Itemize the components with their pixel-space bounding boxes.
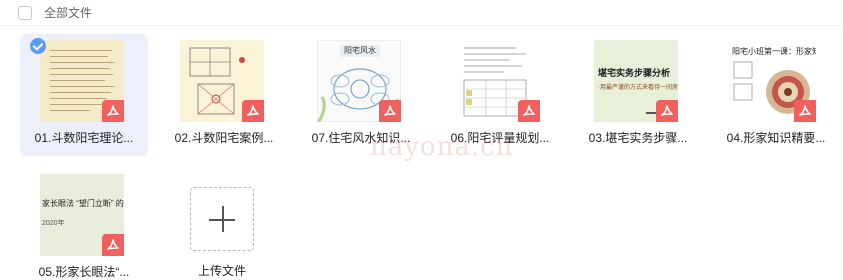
file-thumbnail: 阳宅小班第一课：形家知识 <box>732 40 816 122</box>
pdf-icon <box>379 100 401 122</box>
upload-label: 上传文件 <box>197 264 246 278</box>
pdf-icon <box>794 100 816 122</box>
file-thumbnail <box>180 40 264 122</box>
file-thumbnail: 堪宅实务步骤分析 ·用最严谨的方式来看待一间房 <box>594 40 678 122</box>
file-tile[interactable]: 阳宅风水 07.住宅风水知识... <box>297 34 425 156</box>
file-tile[interactable]: 02.斗数阳宅案例... <box>160 34 288 156</box>
file-name: 07.住宅风水知识... <box>311 131 411 145</box>
thumbnail-title: 阳宅风水 <box>344 46 376 55</box>
file-list-header: 全部文件 <box>0 0 843 26</box>
file-tile[interactable]: 堪宅实务步骤分析 ·用最严谨的方式来看待一间房 03.堪宅实务步骤... <box>574 34 702 156</box>
file-thumbnail: 阳宅风水 <box>317 40 401 122</box>
pdf-icon <box>656 100 678 122</box>
thumbnail-subtitle: ·用最严谨的方式来看待一间房 <box>598 85 678 91</box>
file-thumbnail <box>456 40 540 122</box>
file-name: 02.斗数阳宅案例... <box>174 131 274 145</box>
file-name: 05.形家长眼法“... <box>38 265 130 279</box>
pdf-icon <box>518 100 540 122</box>
pdf-icon <box>102 100 124 122</box>
selected-check-icon[interactable] <box>30 38 46 54</box>
file-tile[interactable]: 家长眼法 “望门立断” 的 2020年 05.形家长眼法“... <box>20 168 148 280</box>
pdf-icon <box>102 234 124 256</box>
file-thumbnail <box>40 40 124 122</box>
select-all-checkbox[interactable] <box>18 6 32 20</box>
file-name: 04.形家知识精要... <box>726 131 826 145</box>
pdf-icon <box>242 100 264 122</box>
thumbnail-title: 堪宅实务步骤分析 <box>598 68 671 78</box>
file-tile[interactable]: 01.斗数阳宅理论... <box>20 34 148 156</box>
file-tile[interactable]: 06.阳宅评量规划... <box>436 34 564 156</box>
file-name: 03.堪宅实务步骤... <box>588 131 688 145</box>
thumbnail-subtitle: 2020年 <box>42 220 65 227</box>
upload-button[interactable] <box>190 187 254 251</box>
select-all-label: 全部文件 <box>44 6 93 20</box>
thumbnail-title: 家长眼法 “望门立断” 的 <box>42 199 124 208</box>
file-name: 01.斗数阳宅理论... <box>34 131 134 145</box>
file-thumbnail: 家长眼法 “望门立断” 的 2020年 <box>40 174 124 256</box>
file-tile[interactable]: 阳宅小班第一课：形家知识 04.形家知识精要... <box>712 34 840 156</box>
file-name: 06.阳宅评量规划... <box>450 131 550 145</box>
